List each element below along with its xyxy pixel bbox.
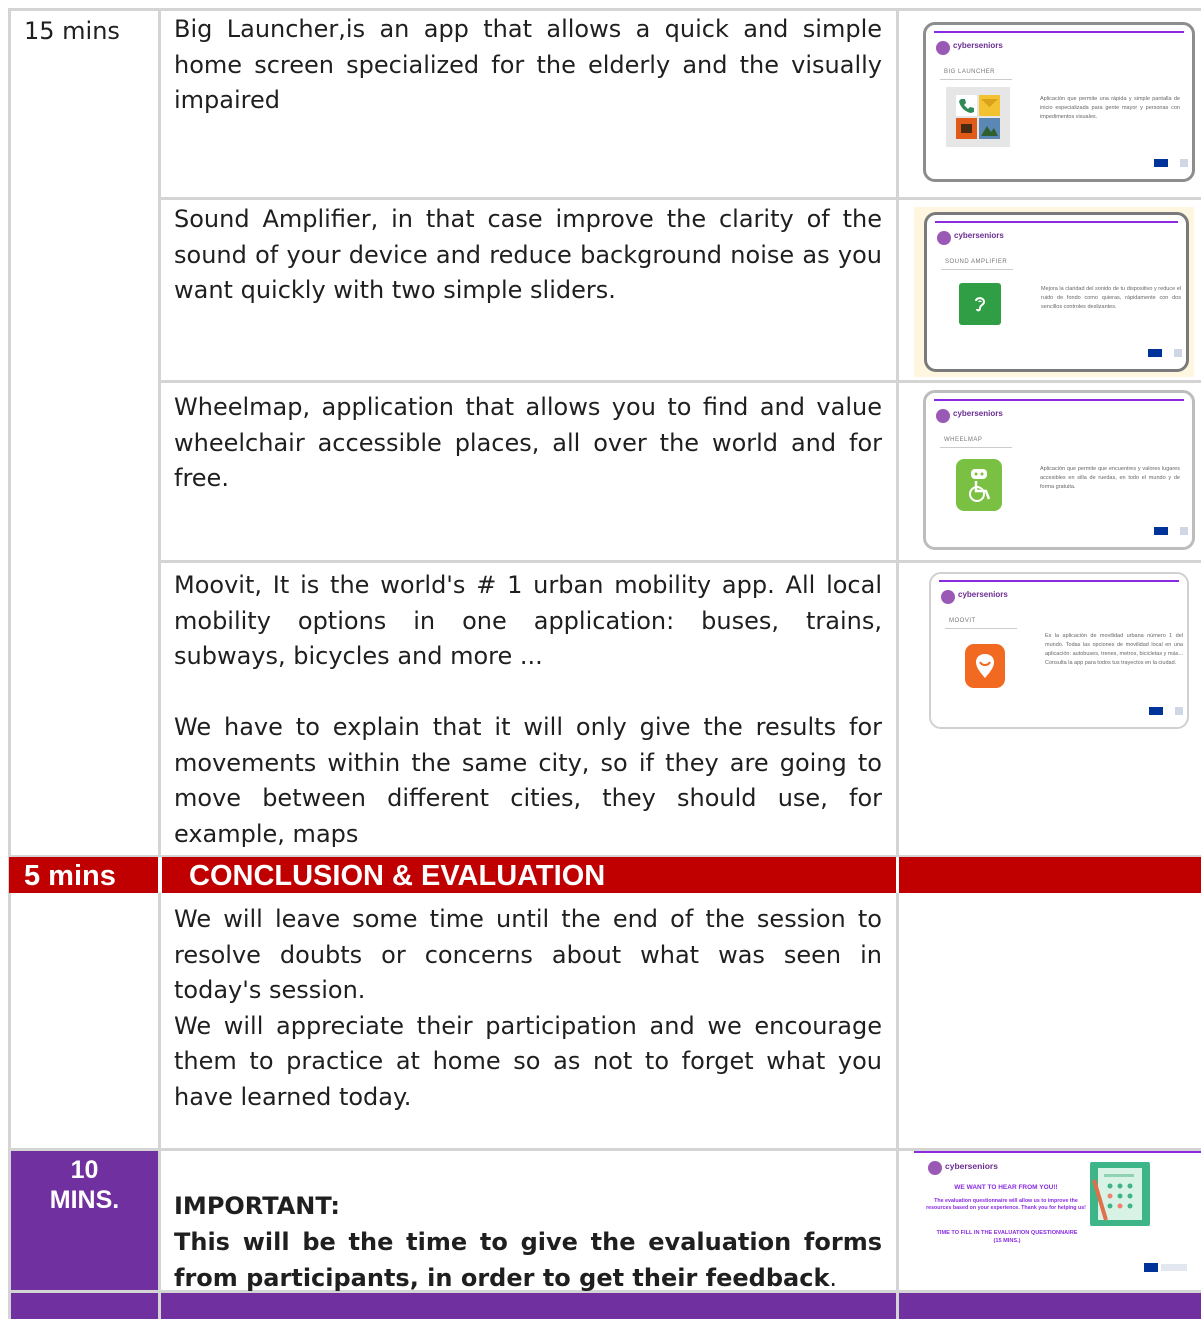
evaluation-time-number: 10 <box>70 1156 99 1184</box>
eu-flag-icon <box>1149 707 1163 715</box>
evaluation-slide-heading: WE WANT TO HEAR FROM YOU!! <box>954 1184 1058 1191</box>
slide-brand: cyberseniors <box>958 590 1008 599</box>
slide-accent-bar <box>934 31 1184 33</box>
divider <box>941 269 1013 270</box>
divider <box>940 447 1012 448</box>
grid-line <box>8 8 11 1319</box>
eu-flag-icon <box>1154 527 1168 535</box>
moovit-text: Moovit, It is the world's # 1 urban mobi… <box>174 568 882 852</box>
wheelmap-text: Wheelmap, application that allows you to… <box>174 393 882 492</box>
cyberseniors-logo-icon <box>936 41 950 55</box>
slide-description: Aplicación que permite una rápida y simp… <box>1040 96 1180 120</box>
eu-label <box>1175 707 1183 715</box>
grid-line <box>158 560 1201 563</box>
slide-description: Es la aplicación de movilidad urbana núm… <box>1045 633 1183 666</box>
evaluation-slide-body: The evaluation questionnaire will allow … <box>926 1198 1086 1211</box>
moovit-paragraph: We have to explain that it will only giv… <box>174 713 882 848</box>
slide-description: Mejora la claridad del sonido de tu disp… <box>1041 286 1181 310</box>
conclusion-paragraph: We will appreciate their participation a… <box>174 1011 882 1111</box>
app-grid-icon <box>946 87 1010 147</box>
conclusion-title: CONCLUSION & EVALUATION <box>189 860 606 892</box>
divider <box>940 79 1012 80</box>
evaluation-slide-cta: TIME TO FILL IN THE EVALUATION QUESTIONN… <box>936 1230 1078 1244</box>
cyberseniors-logo-icon <box>941 590 955 604</box>
slide-label: MOOVIT <box>949 618 976 624</box>
slide-accent-bar <box>935 221 1178 223</box>
conclusion-time: 5 mins <box>24 860 116 892</box>
footer-band-cell <box>11 1293 158 1319</box>
eu-label <box>1180 159 1188 167</box>
grid-line <box>158 857 162 893</box>
time-cell: 15 mins <box>24 17 120 45</box>
slide-accent-bar <box>939 580 1179 582</box>
slide-label: BIG LAUNCHER <box>944 69 996 75</box>
eu-label <box>1161 1264 1187 1271</box>
slide-brand: cyberseniors <box>953 409 1003 418</box>
cyberseniors-logo-icon <box>937 231 951 245</box>
slide-thumbnail-wheelmap: cyberseniors WHEELMAP Aplicación que per… <box>923 390 1195 550</box>
evaluation-slide: cyberseniors WE WANT TO HEAR FROM YOU!! … <box>914 1158 1201 1288</box>
moovit-pin-icon <box>965 644 1005 688</box>
grid-line <box>8 8 1201 11</box>
grid-line <box>158 8 161 1319</box>
eu-label <box>1180 527 1188 535</box>
eu-flag-icon <box>1148 349 1162 357</box>
grid-line <box>158 197 1201 200</box>
cyberseniors-logo-icon <box>928 1161 942 1175</box>
evaluation-text: This will be the time to give the evalua… <box>174 1225 882 1296</box>
eu-flag-icon <box>1154 159 1168 167</box>
footer-band-cell <box>161 1293 896 1319</box>
moovit-paragraph: Moovit, It is the world's # 1 urban mobi… <box>174 571 882 670</box>
cyberseniors-logo-icon <box>936 409 950 423</box>
evaluation-important-label: IMPORTANT: <box>174 1192 341 1220</box>
ear-icon <box>959 283 1001 325</box>
sound-amplifier-text: Sound Amplifier, in that case improve th… <box>174 205 882 304</box>
footer-band-cell <box>899 1293 1201 1319</box>
slide-label: WHEELMAP <box>944 437 983 443</box>
conclusion-paragraph: We will leave some time until the end of… <box>174 905 882 1004</box>
slide-brand: cyberseniors <box>945 1161 998 1171</box>
slide-thumbnail-sound-amplifier: cyberseniors SOUND AMPLIFIER Mejora la c… <box>924 212 1189 372</box>
big-launcher-text: Big Launcher,is an app that allows a qui… <box>174 15 882 114</box>
questionnaire-icon <box>1090 1162 1150 1226</box>
conclusion-header-band: 5 mins CONCLUSION & EVALUATION <box>9 857 1201 893</box>
grid-line <box>158 380 1201 383</box>
evaluation-slide-topbar <box>914 1151 1201 1153</box>
evaluation-text-end: . <box>829 1263 838 1292</box>
evaluation-time-cell: 10 MINS. <box>11 1151 158 1290</box>
slide-thumbnail-big-launcher: cyberseniors BIG LAUNCHER Aplicación que… <box>923 22 1195 182</box>
slide-accent-bar <box>934 399 1184 401</box>
eu-label <box>1174 349 1182 357</box>
slide-brand: cyberseniors <box>954 231 1004 240</box>
slide-brand: cyberseniors <box>953 41 1003 50</box>
divider <box>945 628 1017 629</box>
conclusion-text: We will leave some time until the end of… <box>174 902 882 1115</box>
slide-description: Aplicación que permite que encuentres y … <box>1040 466 1180 490</box>
grid-line <box>896 8 899 1319</box>
grid-line <box>896 857 899 893</box>
slide-label: SOUND AMPLIFIER <box>945 259 1008 265</box>
slide-thumbnail-moovit: cyberseniors MOOVIT Es la aplicación de … <box>929 572 1189 729</box>
eu-flag-icon <box>1144 1263 1158 1272</box>
evaluation-text-bold: This will be the time to give the evalua… <box>174 1228 882 1292</box>
evaluation-time-unit: MINS. <box>49 1186 120 1214</box>
wheelchair-icon <box>956 459 1002 511</box>
